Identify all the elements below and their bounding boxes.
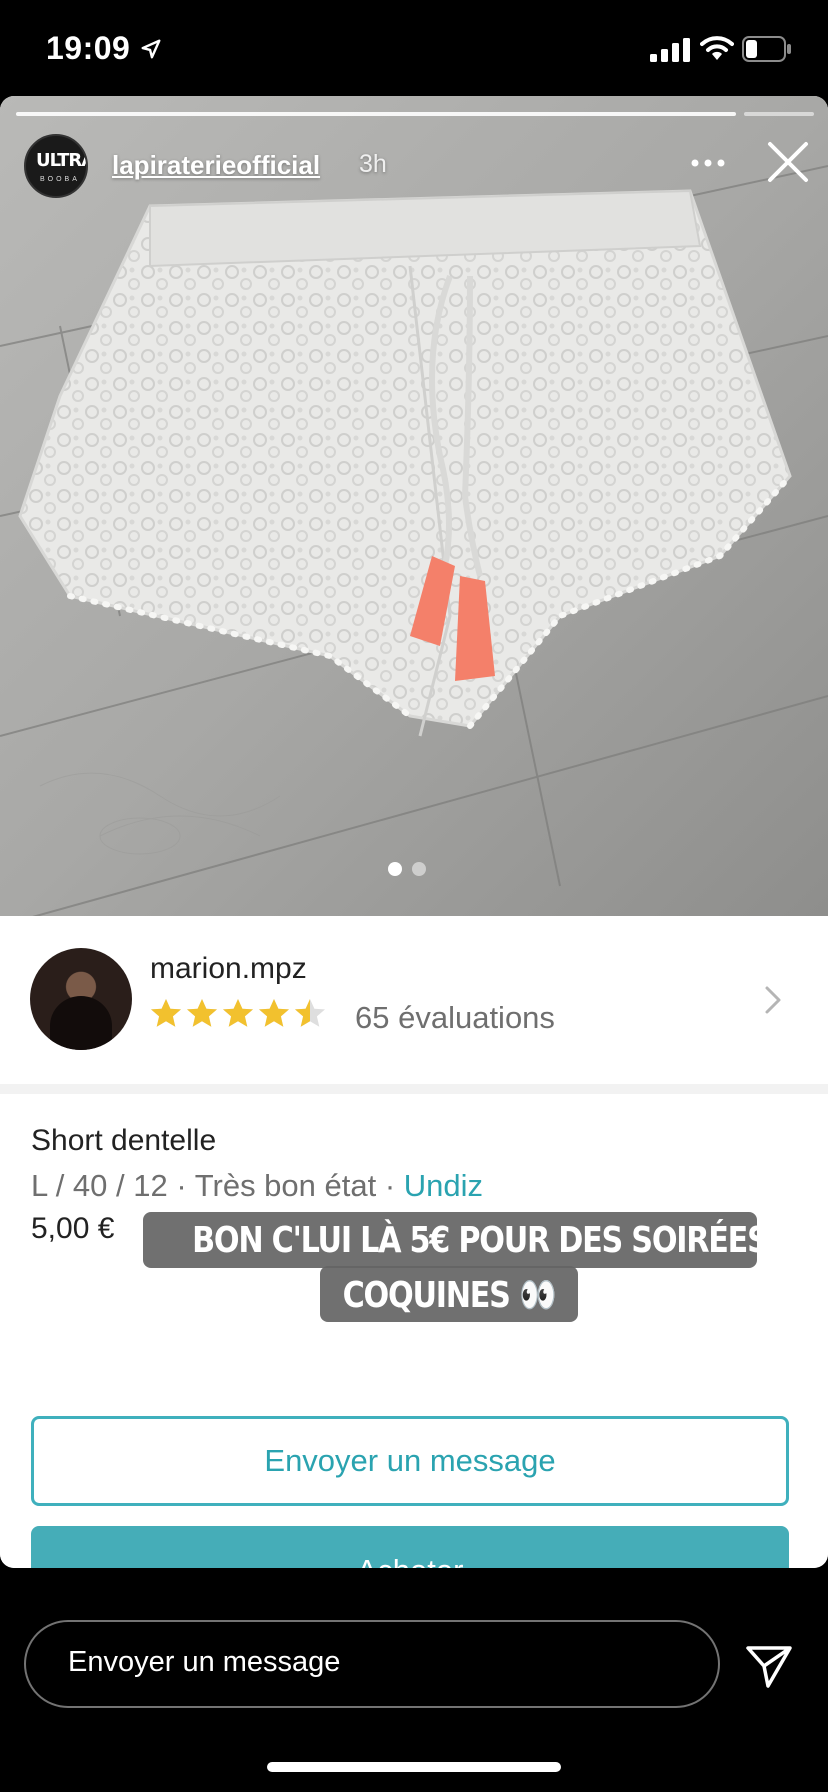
send-message-button[interactable]: Envoyer un message [31, 1416, 789, 1506]
star-icon [151, 999, 181, 1027]
rating-stars [151, 999, 325, 1027]
story-caption-line-2: COQUINES 👀 [320, 1266, 578, 1322]
section-divider [0, 1084, 828, 1094]
product-title: Short dentelle [31, 1124, 217, 1157]
story-caption-line-1: BON C'LUI LÀ 5€ POUR DES SOIRÉES [143, 1212, 769, 1268]
star-icon [223, 999, 253, 1027]
chevron-right-icon [765, 986, 781, 1014]
signal-icon [650, 38, 690, 62]
home-indicator[interactable] [267, 1762, 561, 1772]
product-price: 5,00 € [31, 1212, 115, 1245]
buy-button[interactable]: Acheter [31, 1526, 789, 1568]
avatar-logo: ULTRA [36, 150, 86, 171]
carousel-indicator [388, 862, 432, 878]
location-arrow-icon [141, 39, 161, 59]
story-progress-bar [16, 112, 814, 116]
send-icon[interactable] [744, 1640, 794, 1690]
carousel-dot [412, 862, 426, 876]
rating-count: 65 évaluations [355, 1000, 555, 1035]
brand-link[interactable]: Undiz [404, 1168, 483, 1203]
product-details: L / 40 / 12 · Très bon état · Undiz [31, 1168, 483, 1204]
caption-text-1: BON C'LUI LÀ 5€ POUR DES SOIRÉES [192, 1220, 769, 1261]
status-time: 19:09 [46, 30, 131, 66]
star-icon [259, 999, 289, 1027]
seller-avatar [30, 948, 132, 1050]
reply-input-placeholder: Envoyer un message [68, 1646, 341, 1678]
buy-button-label: Acheter [31, 1526, 789, 1568]
account-avatar[interactable]: ULTRA BOOBA [24, 134, 88, 198]
seller-row[interactable]: marion.mpz 65 évaluations [0, 916, 828, 1086]
carousel-dot-active [388, 862, 402, 876]
seller-name: marion.mpz [150, 952, 307, 985]
story-timestamp: 3h [359, 150, 387, 178]
product-size-condition: L / 40 / 12 · Très bon état · [31, 1168, 404, 1203]
star-icon [187, 999, 217, 1027]
caption-text-2: COQUINES 👀 [342, 1275, 557, 1316]
star-icon [295, 999, 325, 1027]
product-photo-image [0, 96, 828, 916]
story-card[interactable]: ULTRA BOOBA lapiraterieofficial 3h mario… [0, 96, 828, 1568]
wifi-icon [700, 36, 734, 60]
battery-icon [742, 36, 791, 62]
story-header: ULTRA BOOBA lapiraterieofficial 3h [24, 132, 814, 202]
send-message-button-label: Envoyer un message [264, 1443, 556, 1478]
product-photo[interactable]: ULTRA BOOBA lapiraterieofficial 3h [0, 96, 828, 916]
more-options-icon[interactable] [690, 156, 726, 170]
reply-input[interactable]: Envoyer un message [24, 1620, 720, 1708]
progress-segment [16, 112, 736, 116]
close-icon[interactable] [766, 140, 810, 184]
progress-segment [744, 112, 814, 116]
story-account-name[interactable]: lapiraterieofficial [112, 150, 320, 181]
status-bar: 19:09 [0, 0, 828, 96]
avatar-logo-sub: BOOBA [40, 176, 80, 183]
